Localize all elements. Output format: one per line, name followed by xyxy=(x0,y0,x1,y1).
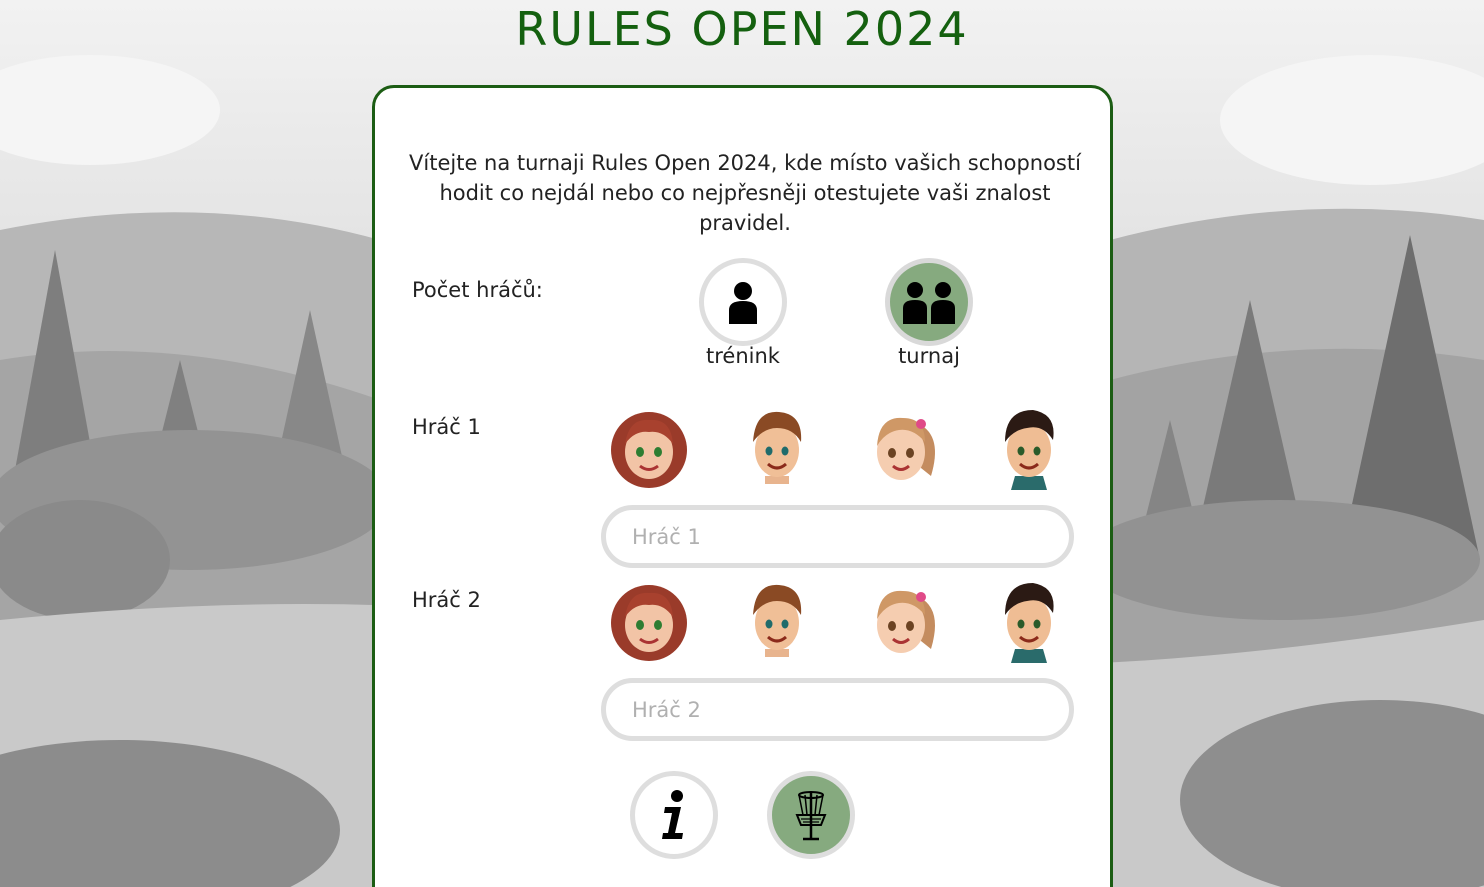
player-count-label: Počet hráčů: xyxy=(412,278,543,302)
training-mode-label: trénink xyxy=(706,344,780,368)
player-1-label: Hráč 1 xyxy=(412,415,481,439)
avatar-girl-ponytail-icon[interactable] xyxy=(861,579,945,663)
avatar-boy-brown-icon[interactable] xyxy=(735,406,819,490)
player-1-name-input[interactable] xyxy=(601,505,1074,568)
single-person-icon xyxy=(729,282,757,324)
player-2-name-input[interactable] xyxy=(601,678,1074,741)
two-persons-icon xyxy=(903,282,955,324)
info-icon xyxy=(662,790,683,839)
player-2-label: Hráč 2 xyxy=(412,588,481,612)
avatar-boy-brown-icon[interactable] xyxy=(735,579,819,663)
setup-card: Vítejte na turnaji Rules Open 2024, kde … xyxy=(372,85,1113,887)
avatar-girl-curly-icon[interactable] xyxy=(607,406,691,490)
info-button[interactable] xyxy=(630,771,718,859)
avatar-girl-curly-icon[interactable] xyxy=(607,579,691,663)
avatar-boy-dark-icon[interactable] xyxy=(987,579,1071,663)
training-mode-button[interactable] xyxy=(699,258,787,346)
start-game-button[interactable] xyxy=(767,771,855,859)
tournament-mode-label: turnaj xyxy=(898,344,960,368)
disc-golf-basket-icon xyxy=(795,791,827,841)
intro-text: Vítejte na turnaji Rules Open 2024, kde … xyxy=(409,151,1081,235)
avatar-girl-ponytail-icon[interactable] xyxy=(861,406,945,490)
tournament-mode-button[interactable] xyxy=(885,258,973,346)
avatar-boy-dark-icon[interactable] xyxy=(987,406,1071,490)
page-title: RULES OPEN 2024 xyxy=(515,2,969,56)
